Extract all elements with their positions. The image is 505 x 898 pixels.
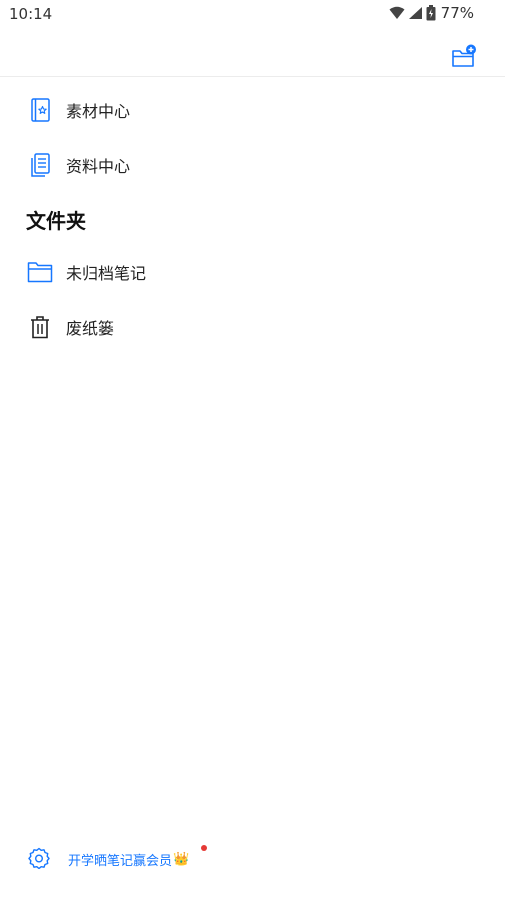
wifi-icon (389, 6, 405, 19)
folders-section-title: 文件夹 (26, 209, 86, 233)
document-icon (27, 152, 53, 178)
promo-link[interactable]: 开学晒笔记赢会员 👑 (68, 850, 189, 869)
notification-dot (201, 845, 207, 851)
folder-item-trash[interactable]: 废纸篓 (0, 305, 505, 349)
settings-button[interactable] (28, 847, 50, 870)
nav-item-label: 素材中心 (66, 102, 131, 121)
battery-icon (426, 5, 436, 21)
top-bar (0, 28, 505, 77)
nav-item-material-center[interactable]: 素材中心 (0, 88, 505, 132)
crown-icon: 👑 (173, 852, 190, 867)
nav-item-document-center[interactable]: 资料中心 (0, 143, 505, 187)
battery-level: 77% (440, 4, 474, 22)
footer: 开学晒笔记赢会员 👑 (0, 840, 505, 876)
nav-item-label: 资料中心 (66, 157, 131, 176)
material-book-icon (27, 97, 53, 123)
cellular-signal-icon (408, 7, 422, 19)
folder-item-label: 废纸篓 (66, 319, 115, 338)
folder-item-label: 未归档笔记 (66, 264, 147, 283)
promo-text: 开学晒笔记赢会员 (68, 854, 173, 869)
trash-icon (27, 314, 53, 340)
status-bar: 10:14 77% (0, 0, 505, 28)
new-folder-button[interactable] (451, 44, 477, 70)
folder-item-unarchived-notes[interactable]: 未归档笔记 (0, 250, 505, 294)
folder-icon (27, 259, 53, 285)
status-time: 10:14 (9, 5, 53, 23)
status-icons: 77% (389, 4, 474, 22)
gear-icon (28, 847, 50, 870)
add-folder-icon (452, 44, 476, 67)
